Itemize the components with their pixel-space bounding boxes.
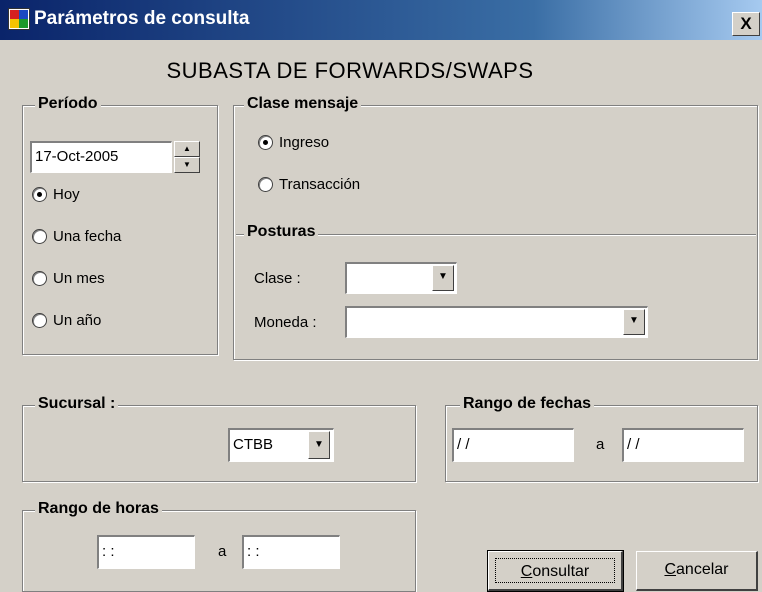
fecha-hasta-input[interactable]: / / [622, 428, 744, 462]
periodo-legend: Período [35, 95, 101, 113]
radio-transaccion-label: Transacción [279, 176, 361, 193]
hora-desde-input[interactable]: : : [97, 535, 195, 569]
radio-un-mes-label: Un mes [53, 270, 105, 287]
chevron-down-icon[interactable]: ▼ [308, 431, 330, 459]
close-button[interactable]: X [732, 12, 760, 36]
radio-selected-icon [32, 187, 47, 202]
radio-un-ano[interactable]: Un año [32, 312, 101, 329]
window-title: Parámetros de consulta [34, 8, 250, 29]
radio-un-ano-label: Un año [53, 312, 102, 329]
cancelar-accel: C [664, 561, 677, 578]
radio-hoy-label: Hoy [53, 186, 80, 203]
spin-up-icon[interactable]: ▲ [174, 141, 200, 157]
hora-hasta-input[interactable]: : : [242, 535, 340, 569]
consultar-button[interactable]: Consultar [487, 550, 624, 592]
chevron-down-icon[interactable]: ▼ [623, 309, 645, 335]
radio-ingreso-label: Ingreso [279, 134, 330, 151]
radio-transaccion[interactable]: Transacción [258, 176, 360, 193]
app-logo-icon [8, 8, 30, 30]
date-spinner[interactable]: ▲ ▼ [174, 141, 200, 173]
fecha-separator: a [596, 436, 605, 453]
clase-mensaje-legend: Clase mensaje [244, 95, 362, 113]
radio-una-fecha[interactable]: Una fecha [32, 228, 121, 245]
date-field[interactable]: 17-Oct-2005 [30, 141, 172, 173]
moneda-select[interactable] [345, 306, 648, 338]
radio-icon [32, 313, 47, 328]
radio-una-fecha-label: Una fecha [53, 228, 122, 245]
cancelar-button[interactable]: Cancelar [636, 551, 758, 591]
radio-un-mes[interactable]: Un mes [32, 270, 105, 287]
consultar-focus: Consultar [495, 558, 615, 583]
hora-separator: a [218, 543, 227, 560]
spin-down-icon[interactable]: ▼ [174, 157, 200, 173]
radio-icon [32, 271, 47, 286]
sucursal-legend: Sucursal : [35, 395, 119, 413]
radio-icon [258, 177, 273, 192]
fecha-desde-input[interactable]: / / [452, 428, 574, 462]
title-bar: Parámetros de consulta X [0, 0, 762, 40]
clase-label: Clase : [254, 270, 301, 287]
cancelar-label: ancelar [676, 561, 729, 578]
chevron-down-icon[interactable]: ▼ [432, 265, 454, 291]
radio-hoy[interactable]: Hoy [32, 186, 80, 203]
posturas-legend: Posturas [244, 223, 319, 241]
rango-fechas-legend: Rango de fechas [460, 395, 595, 413]
page-title: SUBASTA DE FORWARDS/SWAPS [166, 58, 534, 83]
radio-ingreso[interactable]: Ingreso [258, 134, 329, 151]
consultar-accel: C [520, 563, 533, 580]
radio-selected-icon [258, 135, 273, 150]
rango-horas-legend: Rango de horas [35, 500, 162, 518]
consultar-label: onsultar [532, 563, 590, 580]
moneda-label: Moneda : [254, 314, 317, 331]
sucursal-group: Sucursal : [22, 395, 416, 482]
radio-icon [32, 229, 47, 244]
